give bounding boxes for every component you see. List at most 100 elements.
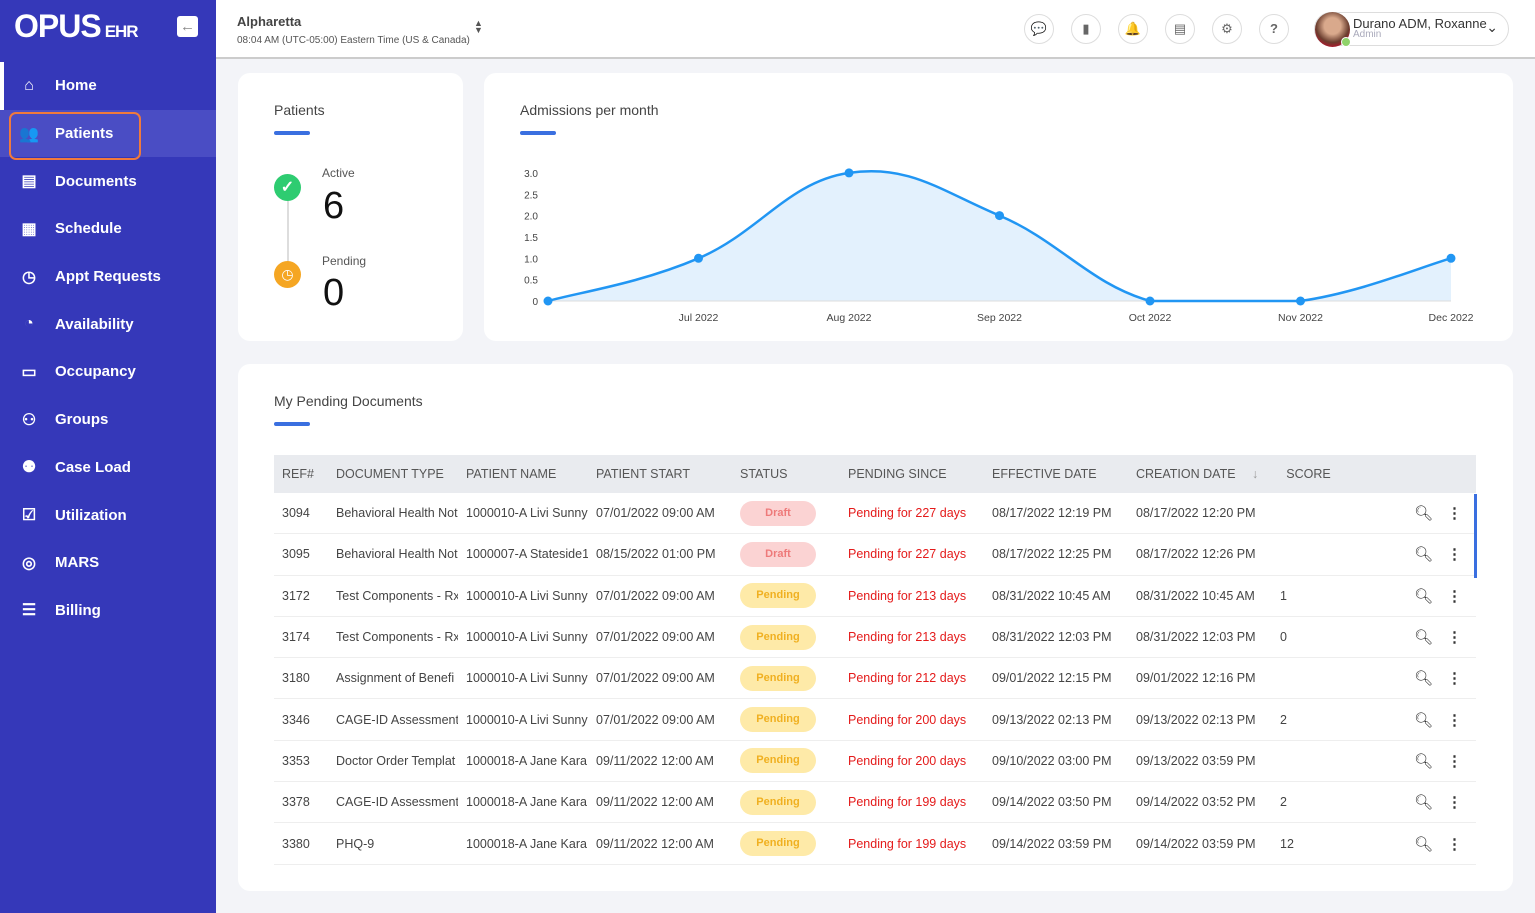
table-row[interactable]: 3353 Doctor Order Templat 1000018-A Jane K… [274, 741, 1476, 783]
column-header[interactable]: STATUS [732, 467, 840, 481]
x-tick-label: Aug 2022 [827, 312, 872, 324]
more-options-icon[interactable]: ⋮ [1447, 628, 1462, 646]
table-cell: 3095 [282, 547, 310, 562]
table-row[interactable]: 3095 Behavioral Health Not 1000007-A State… [274, 534, 1476, 576]
column-header[interactable]: DOCUMENT TYPE [328, 467, 458, 481]
help-icon[interactable]: ? [1259, 14, 1289, 44]
view-icon[interactable]: 🔍︎ [1414, 669, 1433, 687]
collapse-sidebar-button[interactable]: ← [177, 16, 198, 37]
location-selector[interactable]: Alpharetta 08:04 AM (UTC-05:00) Eastern T… [237, 13, 470, 46]
table-row[interactable]: 3346 CAGE-ID Assessment 1000010-A Livi Sun… [274, 699, 1476, 741]
view-icon[interactable]: 🔍︎ [1414, 545, 1433, 563]
sidebar-item-appt-requests[interactable]: ◷ Appt Requests [0, 253, 216, 301]
more-options-icon[interactable]: ⋮ [1447, 504, 1462, 522]
status-badge: Pending [740, 789, 816, 815]
table-cell: Assignment of Benefi [336, 671, 455, 686]
sidebar-item-availability[interactable]: ◔ Availability [0, 300, 216, 348]
sidebar-item-label: Groups [55, 411, 109, 429]
column-header[interactable]: REF# [274, 467, 328, 481]
sidebar-item-label: Case Load [55, 458, 131, 476]
scrollbar[interactable] [1474, 494, 1477, 578]
header: Alpharetta 08:04 AM (UTC-05:00) Eastern T… [216, 0, 1535, 59]
table-row[interactable]: 3174 Test Components - Rx 1000010-A Livi S… [274, 617, 1476, 659]
table-cell: 09/13/2022 02:13 PM [992, 712, 1112, 727]
table-cell: 1000010-A Livi Sunny [466, 630, 588, 645]
table-cell: Pending for 199 days [848, 836, 967, 851]
table-cell: 09/13/2022 03:59 PM [1136, 753, 1256, 768]
table-cell: 08/31/2022 12:03 PM [992, 630, 1112, 645]
view-icon[interactable]: 🔍︎ [1414, 504, 1433, 522]
sort-arrows-icon[interactable]: ▲ ▼ [474, 19, 483, 35]
sidebar-item-occupancy[interactable]: ▭ Occupancy [0, 348, 216, 396]
more-options-icon[interactable]: ⋮ [1447, 587, 1462, 605]
y-tick-label: 1.5 [524, 233, 538, 244]
column-header[interactable]: SCORE [1278, 467, 1358, 481]
table-cell: 1000010-A Livi Sunny [466, 588, 588, 603]
table-cell: Pending for 200 days [848, 712, 967, 727]
table-cell: 1 [1280, 588, 1287, 603]
view-icon[interactable]: 🔍︎ [1414, 711, 1433, 729]
more-options-icon[interactable]: ⋮ [1447, 835, 1462, 853]
sidebar-item-utilization[interactable]: ☑ Utilization [0, 491, 216, 539]
sidebar-item-groups[interactable]: ⚇ Groups [0, 396, 216, 444]
sidebar-item-case-load[interactable]: ⚉ Case Load [0, 444, 216, 492]
active-count: 6 [323, 185, 345, 227]
table-cell: 09/14/2022 03:52 PM [1136, 795, 1256, 810]
column-header[interactable]: EFFECTIVE DATE [984, 467, 1128, 481]
table-cell: 12 [1280, 836, 1294, 851]
view-icon[interactable]: 🔍︎ [1414, 628, 1433, 646]
table-cell: 09/14/2022 03:59 PM [1136, 836, 1256, 851]
status-badge: Pending [740, 831, 816, 857]
column-header[interactable]: PENDING SINCE [840, 467, 984, 481]
column-header[interactable]: PATIENT NAME [458, 467, 588, 481]
y-tick-label: 1.0 [524, 254, 538, 265]
view-icon[interactable]: 🔍︎ [1414, 835, 1433, 853]
sidebar-item-patients[interactable]: 👥 Patients [0, 109, 216, 160]
table-cell: 08/31/2022 10:45 AM [992, 588, 1111, 603]
table-cell: 09/11/2022 12:00 AM [596, 836, 714, 851]
book-icon[interactable]: ▮ [1071, 14, 1101, 44]
gear-icon[interactable]: ⚙ [1212, 14, 1242, 44]
column-header[interactable]: CREATION DATE [1128, 467, 1272, 481]
sidebar-item-billing[interactable]: ☰ Billing [0, 587, 216, 635]
more-options-icon[interactable]: ⋮ [1447, 669, 1462, 687]
user-role: Admin [1353, 29, 1382, 40]
table-cell: 1000018-A Jane Kara [466, 836, 587, 851]
table-row[interactable]: 3378 CAGE-ID Assessment 1000018-A Jane Kar… [274, 782, 1476, 824]
table-row[interactable]: 3094 Behavioral Health Not 1000010-A Livi … [274, 493, 1476, 535]
y-tick-label: 0.5 [524, 276, 538, 287]
column-header[interactable]: PATIENT START [588, 467, 732, 481]
sidebar-item-home[interactable]: ⌂ Home [0, 62, 216, 110]
status-cell: Pending [732, 789, 840, 815]
view-icon[interactable]: 🔍︎ [1414, 793, 1433, 811]
table-row[interactable]: 3172 Test Components - Rx 1000010-A Livi S… [274, 576, 1476, 617]
more-options-icon[interactable]: ⋮ [1447, 545, 1462, 563]
sidebar-item-label: Documents [55, 172, 137, 190]
view-icon[interactable]: 🔍︎ [1414, 752, 1433, 770]
more-options-icon[interactable]: ⋮ [1447, 752, 1462, 770]
table-row[interactable]: 3180 Assignment of Benefi 1000010-A Livi S… [274, 658, 1476, 700]
status-badge: Pending [740, 748, 816, 774]
more-options-icon[interactable]: ⋮ [1447, 711, 1462, 729]
logo: OPUS EHR [14, 8, 139, 44]
clock-icon: ◷ [274, 261, 301, 288]
x-tick-label: Oct 2022 [1129, 312, 1172, 324]
clipboard-icon[interactable]: ▤ [1165, 14, 1195, 44]
table-row[interactable]: 3380 PHQ-9 1000018-A Jane Kara 09/11/2022 1… [274, 823, 1476, 865]
sidebar-item-schedule[interactable]: ▦ Schedule [0, 205, 216, 253]
bell-icon[interactable]: 🔔 [1118, 14, 1148, 44]
user-menu[interactable]: Durano ADM, Roxanne Admin ⌄ [1314, 12, 1509, 47]
sort-down-icon[interactable]: ↓ [1252, 467, 1258, 481]
sidebar-item-documents[interactable]: ▤ Documents [0, 157, 216, 205]
availability-icon: ◔ [24, 315, 34, 333]
sidebar-item-mars[interactable]: ◎ MARS [0, 539, 216, 587]
active-label: Active [322, 166, 355, 180]
view-icon[interactable]: 🔍︎ [1414, 587, 1433, 605]
data-point [694, 253, 703, 263]
clipboard-icon: ☑ [21, 507, 37, 525]
area-fill [548, 171, 1451, 301]
more-options-icon[interactable]: ⋮ [1447, 793, 1462, 811]
table-cell: 3180 [282, 671, 310, 686]
chat-icon[interactable]: 💬 [1024, 14, 1054, 44]
table-cell: 08/15/2022 01:00 PM [596, 547, 716, 562]
